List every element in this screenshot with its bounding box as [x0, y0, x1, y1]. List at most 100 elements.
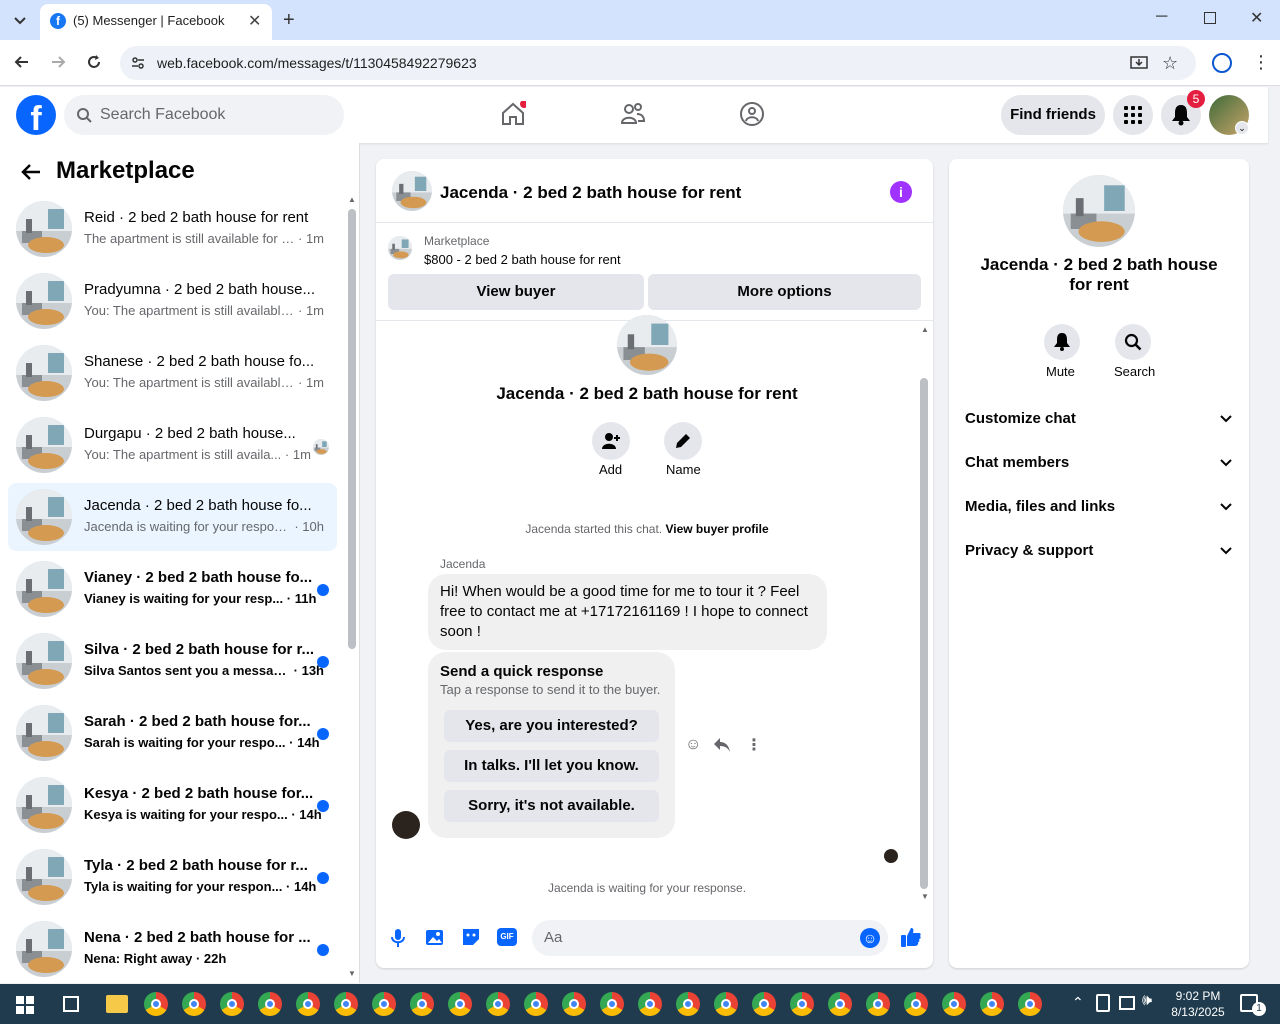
tab-close-icon[interactable]: ✕	[248, 11, 261, 31]
friends-icon[interactable]	[620, 101, 646, 127]
forward-icon[interactable]	[48, 52, 68, 72]
quick-response-yes-button[interactable]: Yes, are you interested?	[444, 710, 659, 742]
windows-start-icon[interactable]	[16, 996, 34, 1014]
chrome-taskbar-icon[interactable]	[562, 992, 586, 1016]
more-options-button[interactable]: More options	[648, 274, 921, 310]
add-person-button[interactable]	[592, 422, 630, 460]
conversation-item[interactable]: Shanese · 2 bed 2 bath house fo... You: T…	[8, 339, 337, 407]
system-clock[interactable]: 9:02 PM 8/13/2025	[1160, 988, 1236, 1020]
chat-title[interactable]: Jacenda · 2 bed 2 bath house for rent	[440, 183, 741, 203]
volume-icon[interactable]: 🕪	[1142, 992, 1152, 1010]
thumbs-up-icon[interactable]	[900, 926, 922, 948]
network-icon[interactable]	[1119, 996, 1135, 1010]
chrome-taskbar-icon[interactable]	[828, 992, 852, 1016]
groups-icon[interactable]	[739, 101, 765, 127]
emoji-icon[interactable]: ☺	[860, 928, 880, 948]
notification-center-icon[interactable]: 1	[1240, 994, 1266, 1016]
chrome-taskbar-icon[interactable]	[486, 992, 510, 1016]
scroll-up-icon[interactable]: ▲	[348, 195, 356, 204]
chat-members-item[interactable]: Chat members	[965, 442, 1233, 486]
browser-menu-icon[interactable]: ⋮	[1252, 52, 1270, 73]
bookmark-star-icon[interactable]: ☆	[1162, 53, 1178, 74]
restore-icon[interactable]	[1204, 12, 1216, 24]
chrome-taskbar-icon[interactable]	[790, 992, 814, 1016]
quick-response-in-talks-button[interactable]: In talks. I'll let you know.	[444, 750, 659, 782]
reply-icon[interactable]	[713, 737, 731, 753]
chrome-taskbar-icon[interactable]	[334, 992, 358, 1016]
conversation-item[interactable]: Durgapu · 2 bed 2 bath house... You: The …	[8, 411, 337, 479]
chrome-taskbar-icon[interactable]	[904, 992, 928, 1016]
menu-grid-icon[interactable]	[1113, 95, 1153, 135]
privacy-support-item[interactable]: Privacy & support	[965, 530, 1233, 574]
chrome-taskbar-icon[interactable]	[752, 992, 776, 1016]
chrome-taskbar-icon[interactable]	[1018, 992, 1042, 1016]
chrome-taskbar-icon[interactable]	[410, 992, 434, 1016]
back-icon[interactable]	[12, 52, 32, 72]
sidebar-scrollbar[interactable]	[348, 209, 356, 649]
minimize-icon[interactable]: ─	[1156, 8, 1167, 26]
conversation-item[interactable]: Reid · 2 bed 2 bath house for rent The ap…	[8, 195, 337, 263]
show-hidden-icons-icon[interactable]: ⌃	[1072, 994, 1084, 1011]
site-info-icon[interactable]	[130, 55, 146, 71]
chrome-taskbar-icon[interactable]	[144, 992, 168, 1016]
home-icon[interactable]	[500, 101, 526, 127]
conversation-item[interactable]: Tyla · 2 bed 2 bath house for r... Tyla i…	[8, 843, 337, 911]
install-app-icon[interactable]	[1130, 54, 1148, 72]
sticker-icon[interactable]	[461, 927, 481, 947]
conversation-item[interactable]: Pradyumna · 2 bed 2 bath house... You: Th…	[8, 267, 337, 335]
notifications-bell-icon[interactable]: 5	[1161, 90, 1205, 135]
back-arrow-icon[interactable]	[20, 161, 42, 183]
chrome-taskbar-icon[interactable]	[220, 992, 244, 1016]
chrome-taskbar-icon[interactable]	[372, 992, 396, 1016]
message-bubble[interactable]: Hi! When would be a good time for me to …	[428, 574, 827, 650]
chat-scrollbar[interactable]	[920, 378, 928, 889]
info-icon[interactable]: i	[890, 181, 912, 203]
photo-icon[interactable]	[425, 927, 445, 947]
profile-icon[interactable]	[1212, 53, 1232, 73]
file-explorer-icon[interactable]	[106, 995, 128, 1013]
browser-tab[interactable]: f (5) Messenger | Facebook ✕	[40, 4, 272, 40]
find-friends-button[interactable]: Find friends	[1001, 95, 1105, 135]
chrome-taskbar-icon[interactable]	[524, 992, 548, 1016]
address-bar[interactable]: web.facebook.com/messages/t/113045849227…	[120, 46, 1196, 80]
reload-icon[interactable]	[84, 52, 104, 72]
chat-avatar[interactable]	[392, 171, 432, 211]
chrome-taskbar-icon[interactable]	[866, 992, 890, 1016]
microphone-icon[interactable]	[390, 928, 406, 948]
chrome-taskbar-icon[interactable]	[448, 992, 472, 1016]
chat-scroll-down-icon[interactable]: ▼	[921, 892, 929, 901]
edit-name-button[interactable]	[664, 422, 702, 460]
view-buyer-profile-link[interactable]: View buyer profile	[665, 522, 768, 536]
view-buyer-button[interactable]: View buyer	[388, 274, 644, 310]
chrome-taskbar-icon[interactable]	[258, 992, 282, 1016]
conversation-item[interactable]: Kesya · 2 bed 2 bath house for... Kesya i…	[8, 771, 337, 839]
task-view-icon[interactable]	[63, 996, 79, 1012]
conversation-item[interactable]: Nena · 2 bed 2 bath house for ... Nena: R…	[8, 915, 337, 983]
chrome-taskbar-icon[interactable]	[182, 992, 206, 1016]
media-files-links-item[interactable]: Media, files and links	[965, 486, 1233, 530]
new-tab-icon[interactable]: +	[283, 9, 295, 32]
chrome-taskbar-icon[interactable]	[980, 992, 1004, 1016]
search-conversation-button[interactable]	[1115, 324, 1151, 360]
search-facebook-input[interactable]: Search Facebook	[64, 95, 344, 135]
chrome-taskbar-icon[interactable]	[942, 992, 966, 1016]
device-icon[interactable]	[1096, 994, 1110, 1012]
chrome-taskbar-icon[interactable]	[714, 992, 738, 1016]
react-emoji-icon[interactable]: ☺	[685, 736, 701, 754]
window-close-icon[interactable]: ✕	[1250, 8, 1263, 28]
message-input[interactable]: Aa ☺	[532, 920, 888, 956]
sender-avatar[interactable]	[392, 811, 420, 839]
account-avatar[interactable]: ⌄	[1209, 95, 1249, 135]
conversation-item[interactable]: Silva · 2 bed 2 bath house for r... Silva…	[8, 627, 337, 695]
chrome-taskbar-icon[interactable]	[676, 992, 700, 1016]
listing-title[interactable]: $800 - 2 bed 2 bath house for rent	[424, 252, 621, 267]
chrome-taskbar-icon[interactable]	[600, 992, 624, 1016]
customize-chat-item[interactable]: Customize chat	[965, 398, 1233, 442]
chrome-taskbar-icon[interactable]	[296, 992, 320, 1016]
conversation-item[interactable]: Vianey · 2 bed 2 bath house fo... Vianey …	[8, 555, 337, 623]
facebook-logo-icon[interactable]: f	[16, 95, 56, 135]
chat-scroll-up-icon[interactable]: ▲	[921, 325, 929, 334]
gif-icon[interactable]: GIF	[497, 928, 517, 946]
chrome-taskbar-icon[interactable]	[638, 992, 662, 1016]
mute-button[interactable]	[1044, 324, 1080, 360]
